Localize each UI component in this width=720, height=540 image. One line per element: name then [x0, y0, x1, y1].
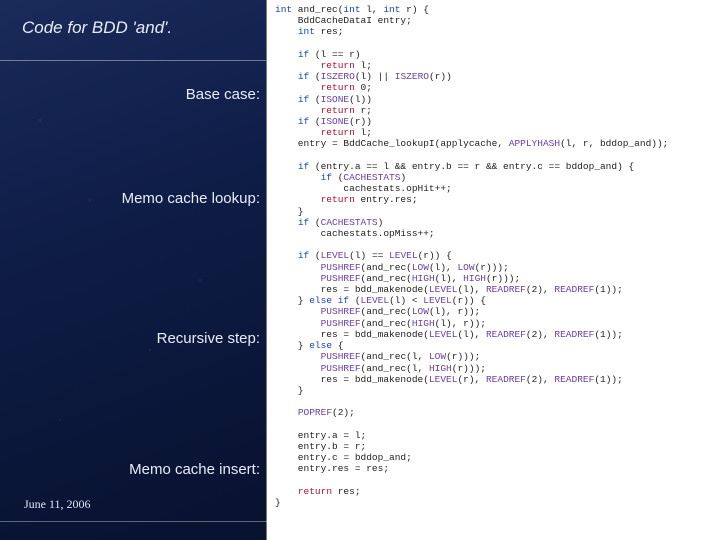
- label-recursive: Recursive step:: [20, 330, 260, 347]
- label-base-case: Base case:: [20, 86, 260, 103]
- slide-title: Code for BDD 'and'.: [22, 18, 172, 38]
- code-listing: int and_rec(int l, int r) { BddCacheData…: [266, 0, 720, 540]
- slide-date: June 11, 2006: [24, 497, 91, 512]
- label-cache-insert: Memo cache insert:: [20, 461, 260, 478]
- label-cache-lookup: Memo cache lookup:: [20, 190, 260, 207]
